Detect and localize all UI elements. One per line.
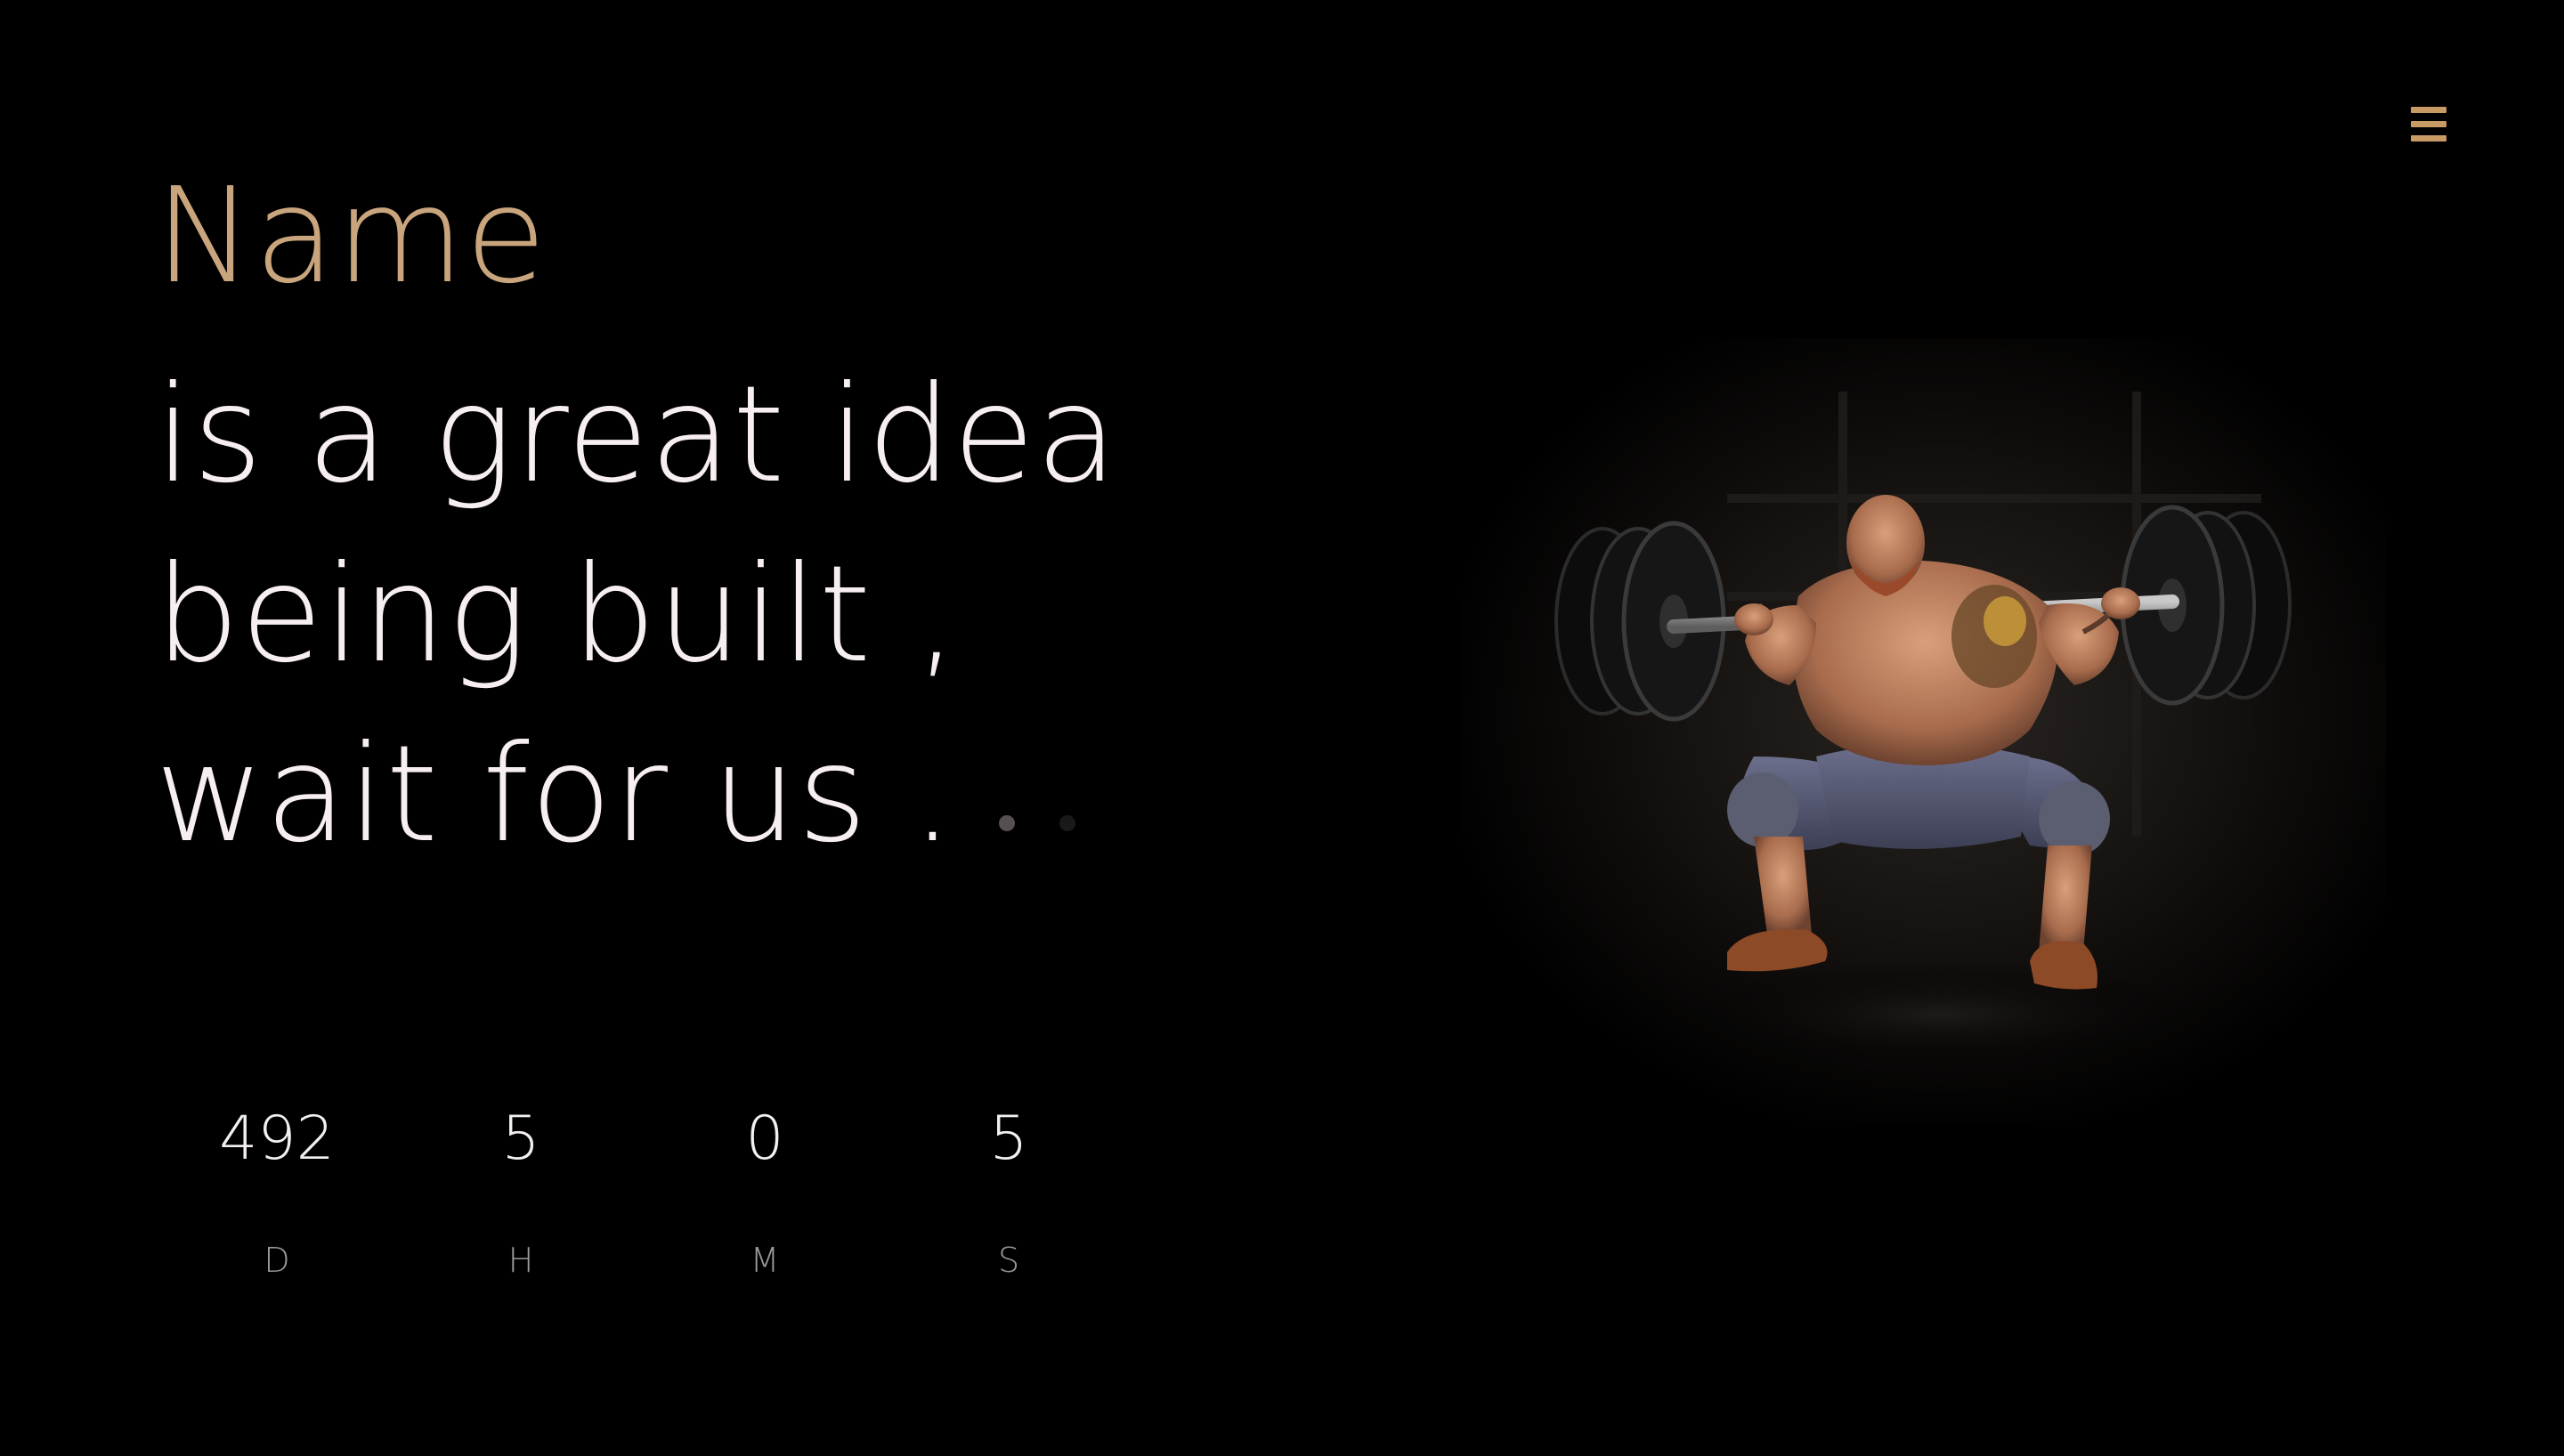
- countdown-hours-label: H: [507, 1241, 534, 1280]
- countdown-days: 492 D: [155, 1104, 399, 1282]
- loading-dots: [954, 717, 1076, 872]
- headline-line-2: being built ,: [155, 538, 959, 692]
- headline: Name is a great idea being built , wait …: [155, 169, 1312, 885]
- countdown-hours: 5 H: [399, 1104, 643, 1282]
- countdown-minutes: 0 M: [643, 1104, 887, 1282]
- countdown-days-value: 492: [219, 1104, 335, 1174]
- countdown: 492 D 5 H 0 M 5 S: [155, 1104, 1131, 1282]
- hamburger-menu-icon: [2411, 135, 2446, 142]
- loading-dot: [999, 815, 1016, 831]
- loading-dot: [1059, 815, 1076, 831]
- headline-line-1: is a great idea: [155, 358, 1119, 513]
- countdown-days-label: D: [264, 1241, 290, 1280]
- countdown-seconds: 5 S: [887, 1104, 1131, 1282]
- countdown-hours-value: 5: [501, 1104, 540, 1174]
- weightlifter-squat-image: [1460, 338, 2386, 1121]
- countdown-minutes-label: M: [750, 1241, 780, 1280]
- brand-name: Name: [155, 159, 548, 312]
- hamburger-menu-icon: [2411, 121, 2446, 127]
- countdown-seconds-value: 5: [989, 1104, 1028, 1174]
- hamburger-menu-icon: [2411, 107, 2446, 113]
- menu-button[interactable]: [2402, 100, 2455, 153]
- headline-line-3: wait for us .: [155, 705, 1312, 885]
- headline-line-3-text: wait for us .: [155, 717, 955, 872]
- countdown-seconds-label: S: [997, 1241, 1020, 1280]
- countdown-minutes-value: 0: [745, 1104, 784, 1174]
